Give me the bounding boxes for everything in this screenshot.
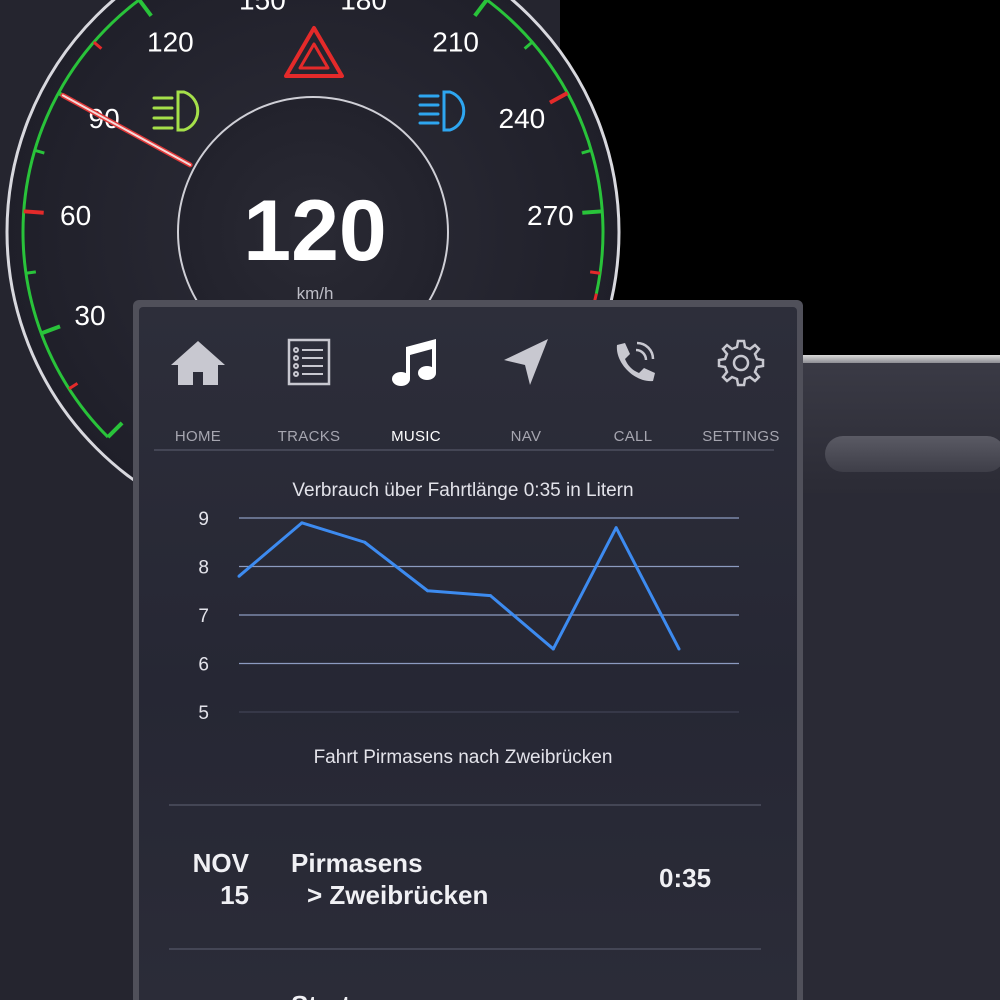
chart-data-point bbox=[614, 526, 618, 530]
trip-to: > Zweibrücken bbox=[307, 880, 489, 910]
background-side-panel bbox=[790, 363, 1000, 493]
consumption-line-chart: 9 8 7 6 5 bbox=[198, 509, 739, 724]
gauge-tick-label: 30 bbox=[74, 300, 105, 331]
gauge-tick bbox=[23, 209, 44, 215]
nav-item-settings[interactable]: SETTINGS bbox=[686, 327, 796, 445]
chart-data-point bbox=[363, 540, 367, 544]
chart-x-axis-label: Fahrt Pirmasens nach Zweibrücken bbox=[313, 747, 613, 768]
gauge-tick-label: 240 bbox=[499, 103, 546, 134]
chart-data-point bbox=[551, 647, 555, 651]
chart-series-line bbox=[238, 521, 681, 651]
nav-label-settings: SETTINGS bbox=[702, 428, 780, 445]
nav-label-music: MUSIC bbox=[391, 428, 441, 445]
trip-divider bbox=[169, 948, 761, 950]
phone-icon bbox=[616, 341, 655, 382]
nav-item-nav[interactable]: NAV bbox=[471, 327, 581, 445]
trip-month: NOV bbox=[192, 848, 249, 878]
gauge-tick bbox=[589, 270, 601, 275]
nav-item-home[interactable]: HOME bbox=[143, 327, 253, 445]
chart-y-tick-label: 9 bbox=[198, 509, 209, 530]
chart-data-point bbox=[488, 594, 492, 598]
home-icon bbox=[171, 341, 225, 385]
list-icon bbox=[287, 338, 331, 386]
nav-label-nav: NAV bbox=[510, 428, 542, 445]
trip-day: 15 bbox=[220, 880, 249, 910]
nav-label-home: HOME bbox=[174, 428, 222, 445]
gauge-tick-label: 270 bbox=[527, 200, 574, 231]
gauge-tick bbox=[582, 209, 603, 215]
chart-y-tick-label: 8 bbox=[198, 558, 209, 579]
gear-icon bbox=[717, 339, 765, 387]
gauge-tick-label: 210 bbox=[432, 26, 479, 57]
trip-from: Pirmasens bbox=[291, 848, 423, 878]
nav-divider bbox=[154, 449, 774, 451]
background-slider-pill bbox=[825, 436, 1000, 472]
gauge-tick-label: 180 bbox=[340, 0, 387, 15]
music-note-icon bbox=[392, 339, 436, 386]
chart-data-point bbox=[300, 521, 304, 525]
trip-date: NOV 15 bbox=[169, 847, 249, 911]
nav-label-call: CALL bbox=[613, 428, 653, 445]
chart-data-point bbox=[237, 574, 241, 578]
chart-title: Verbrauch über Fahrtlänge 0:35 in Litern bbox=[292, 480, 634, 501]
chart-data-point bbox=[677, 647, 681, 651]
gauge-tick bbox=[25, 270, 37, 275]
chart-divider bbox=[169, 804, 761, 806]
gauge-tick-label: 120 bbox=[147, 26, 194, 57]
nav-label-tracks: TRACKS bbox=[277, 428, 341, 445]
gauge-tick-label: 60 bbox=[60, 200, 91, 231]
nav-item-music[interactable]: MUSIC bbox=[361, 327, 471, 445]
trip-list-item-partial[interactable]: Start bbox=[291, 989, 350, 1000]
gauge-tick-label: 150 bbox=[239, 0, 286, 15]
trip-route: Pirmasens > Zweibrücken bbox=[291, 847, 488, 911]
media-panel: HOME TRACKS MUSIC NAV CALL SETTINGS Verb… bbox=[133, 300, 803, 1000]
media-panel-content: HOME TRACKS MUSIC NAV CALL SETTINGS Verb… bbox=[139, 307, 797, 1000]
nav-item-tracks[interactable]: TRACKS bbox=[254, 327, 364, 445]
navigation-arrow-icon bbox=[504, 339, 548, 385]
speed-value: 120 bbox=[243, 183, 387, 279]
nav-item-call[interactable]: CALL bbox=[578, 327, 688, 445]
chart-data-point bbox=[426, 589, 430, 593]
trip-duration: 0:35 bbox=[659, 863, 712, 893]
background-lower-area bbox=[800, 493, 1000, 1000]
chart-y-tick-label: 7 bbox=[198, 606, 209, 627]
chart-y-tick-label: 6 bbox=[198, 655, 209, 676]
chart-y-tick-label: 5 bbox=[198, 703, 209, 724]
